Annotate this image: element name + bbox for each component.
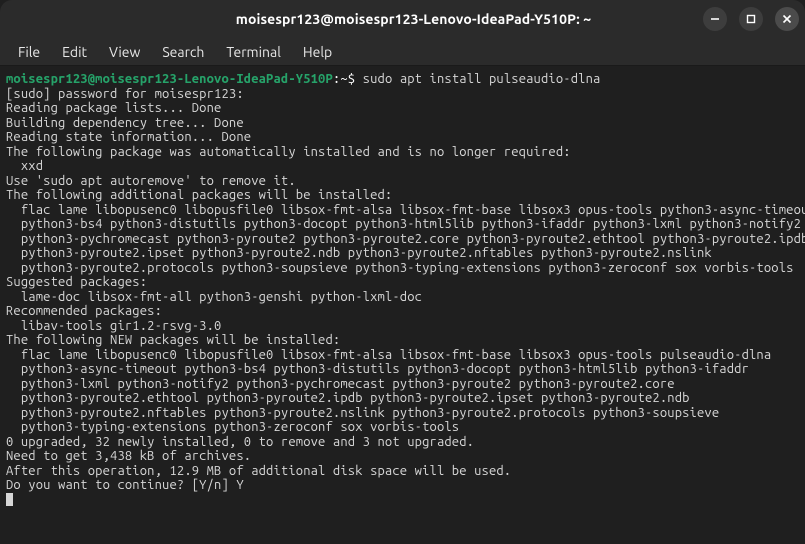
close-icon: [781, 13, 793, 25]
prompt-path: ~: [340, 72, 347, 86]
output-line: libav-tools gir1.2-rsvg-3.0: [6, 319, 799, 334]
output-line: python3-pyroute2.ipset python3-pyroute2.…: [6, 246, 799, 261]
output-line: Suggested packages:: [6, 275, 799, 290]
output-line: python3-pyroute2.ethtool python3-pyroute…: [6, 391, 799, 406]
output-line: After this operation, 12.9 MB of additio…: [6, 464, 799, 479]
output-line: python3-bs4 python3-distutils python3-do…: [6, 217, 799, 232]
output-line: python3-pyroute2.protocols python3-soups…: [6, 261, 799, 276]
output-line: The following additional packages will b…: [6, 188, 799, 203]
window-controls: [703, 7, 799, 31]
output-line: Need to get 3,438 kB of archives.: [6, 449, 799, 464]
prompt-line: moisespr123@moisespr123-Lenovo-IdeaPad-Y…: [6, 72, 799, 87]
menu-search[interactable]: Search: [152, 41, 214, 63]
output-line: The following package was automatically …: [6, 145, 799, 160]
close-button[interactable]: [775, 7, 799, 31]
output-line: flac lame libopusenc0 libopusfile0 libso…: [6, 203, 799, 218]
prompt-dollar: $: [348, 72, 363, 86]
maximize-button[interactable]: [739, 7, 763, 31]
titlebar: moisespr123@moisespr123-Lenovo-IdeaPad-Y…: [0, 0, 805, 38]
output-line: 0 upgraded, 32 newly installed, 0 to rem…: [6, 435, 799, 450]
output-line: python3-pyroute2.nftables python3-pyrout…: [6, 406, 799, 421]
output-line: python3-lxml python3-notify2 python3-pyc…: [6, 377, 799, 392]
minimize-icon: [709, 13, 721, 25]
output-line: Use 'sudo apt autoremove' to remove it.: [6, 174, 799, 189]
window-title: moisespr123@moisespr123-Lenovo-IdeaPad-Y…: [124, 11, 703, 27]
prompt-user: moisespr123@moisespr123-Lenovo-IdeaPad-Y…: [6, 72, 333, 86]
output-line: python3-pychromecast python3-pyroute2 py…: [6, 232, 799, 247]
output-line: Do you want to continue? [Y/n] Y: [6, 478, 799, 493]
output-line: lame-doc libsox-fmt-all python3-genshi p…: [6, 290, 799, 305]
menu-terminal[interactable]: Terminal: [216, 41, 291, 63]
output-line: xxd: [6, 159, 799, 174]
output-line: The following NEW packages will be insta…: [6, 333, 799, 348]
output-line: python3-async-timeout python3-bs4 python…: [6, 362, 799, 377]
menu-view[interactable]: View: [99, 41, 150, 63]
terminal-output[interactable]: moisespr123@moisespr123-Lenovo-IdeaPad-Y…: [0, 66, 805, 513]
output-line: python3-typing-extensions python3-zeroco…: [6, 420, 799, 435]
output-line: Recommended packages:: [6, 304, 799, 319]
output-line: [sudo] password for moisespr123:: [6, 87, 799, 102]
output-line: Reading package lists... Done: [6, 101, 799, 116]
menu-file[interactable]: File: [8, 41, 50, 63]
output-line: Reading state information... Done: [6, 130, 799, 145]
prompt-continue: [6, 493, 799, 508]
menubar: File Edit View Search Terminal Help: [0, 38, 805, 66]
output-line: flac lame libopusenc0 libopusfile0 libso…: [6, 348, 799, 363]
minimize-button[interactable]: [703, 7, 727, 31]
cursor: [6, 493, 13, 506]
command-text: sudo apt install pulseaudio-dlna: [363, 72, 601, 86]
menu-help[interactable]: Help: [293, 41, 342, 63]
menu-edit[interactable]: Edit: [52, 41, 97, 63]
maximize-icon: [745, 13, 757, 25]
output-line: Building dependency tree... Done: [6, 116, 799, 131]
